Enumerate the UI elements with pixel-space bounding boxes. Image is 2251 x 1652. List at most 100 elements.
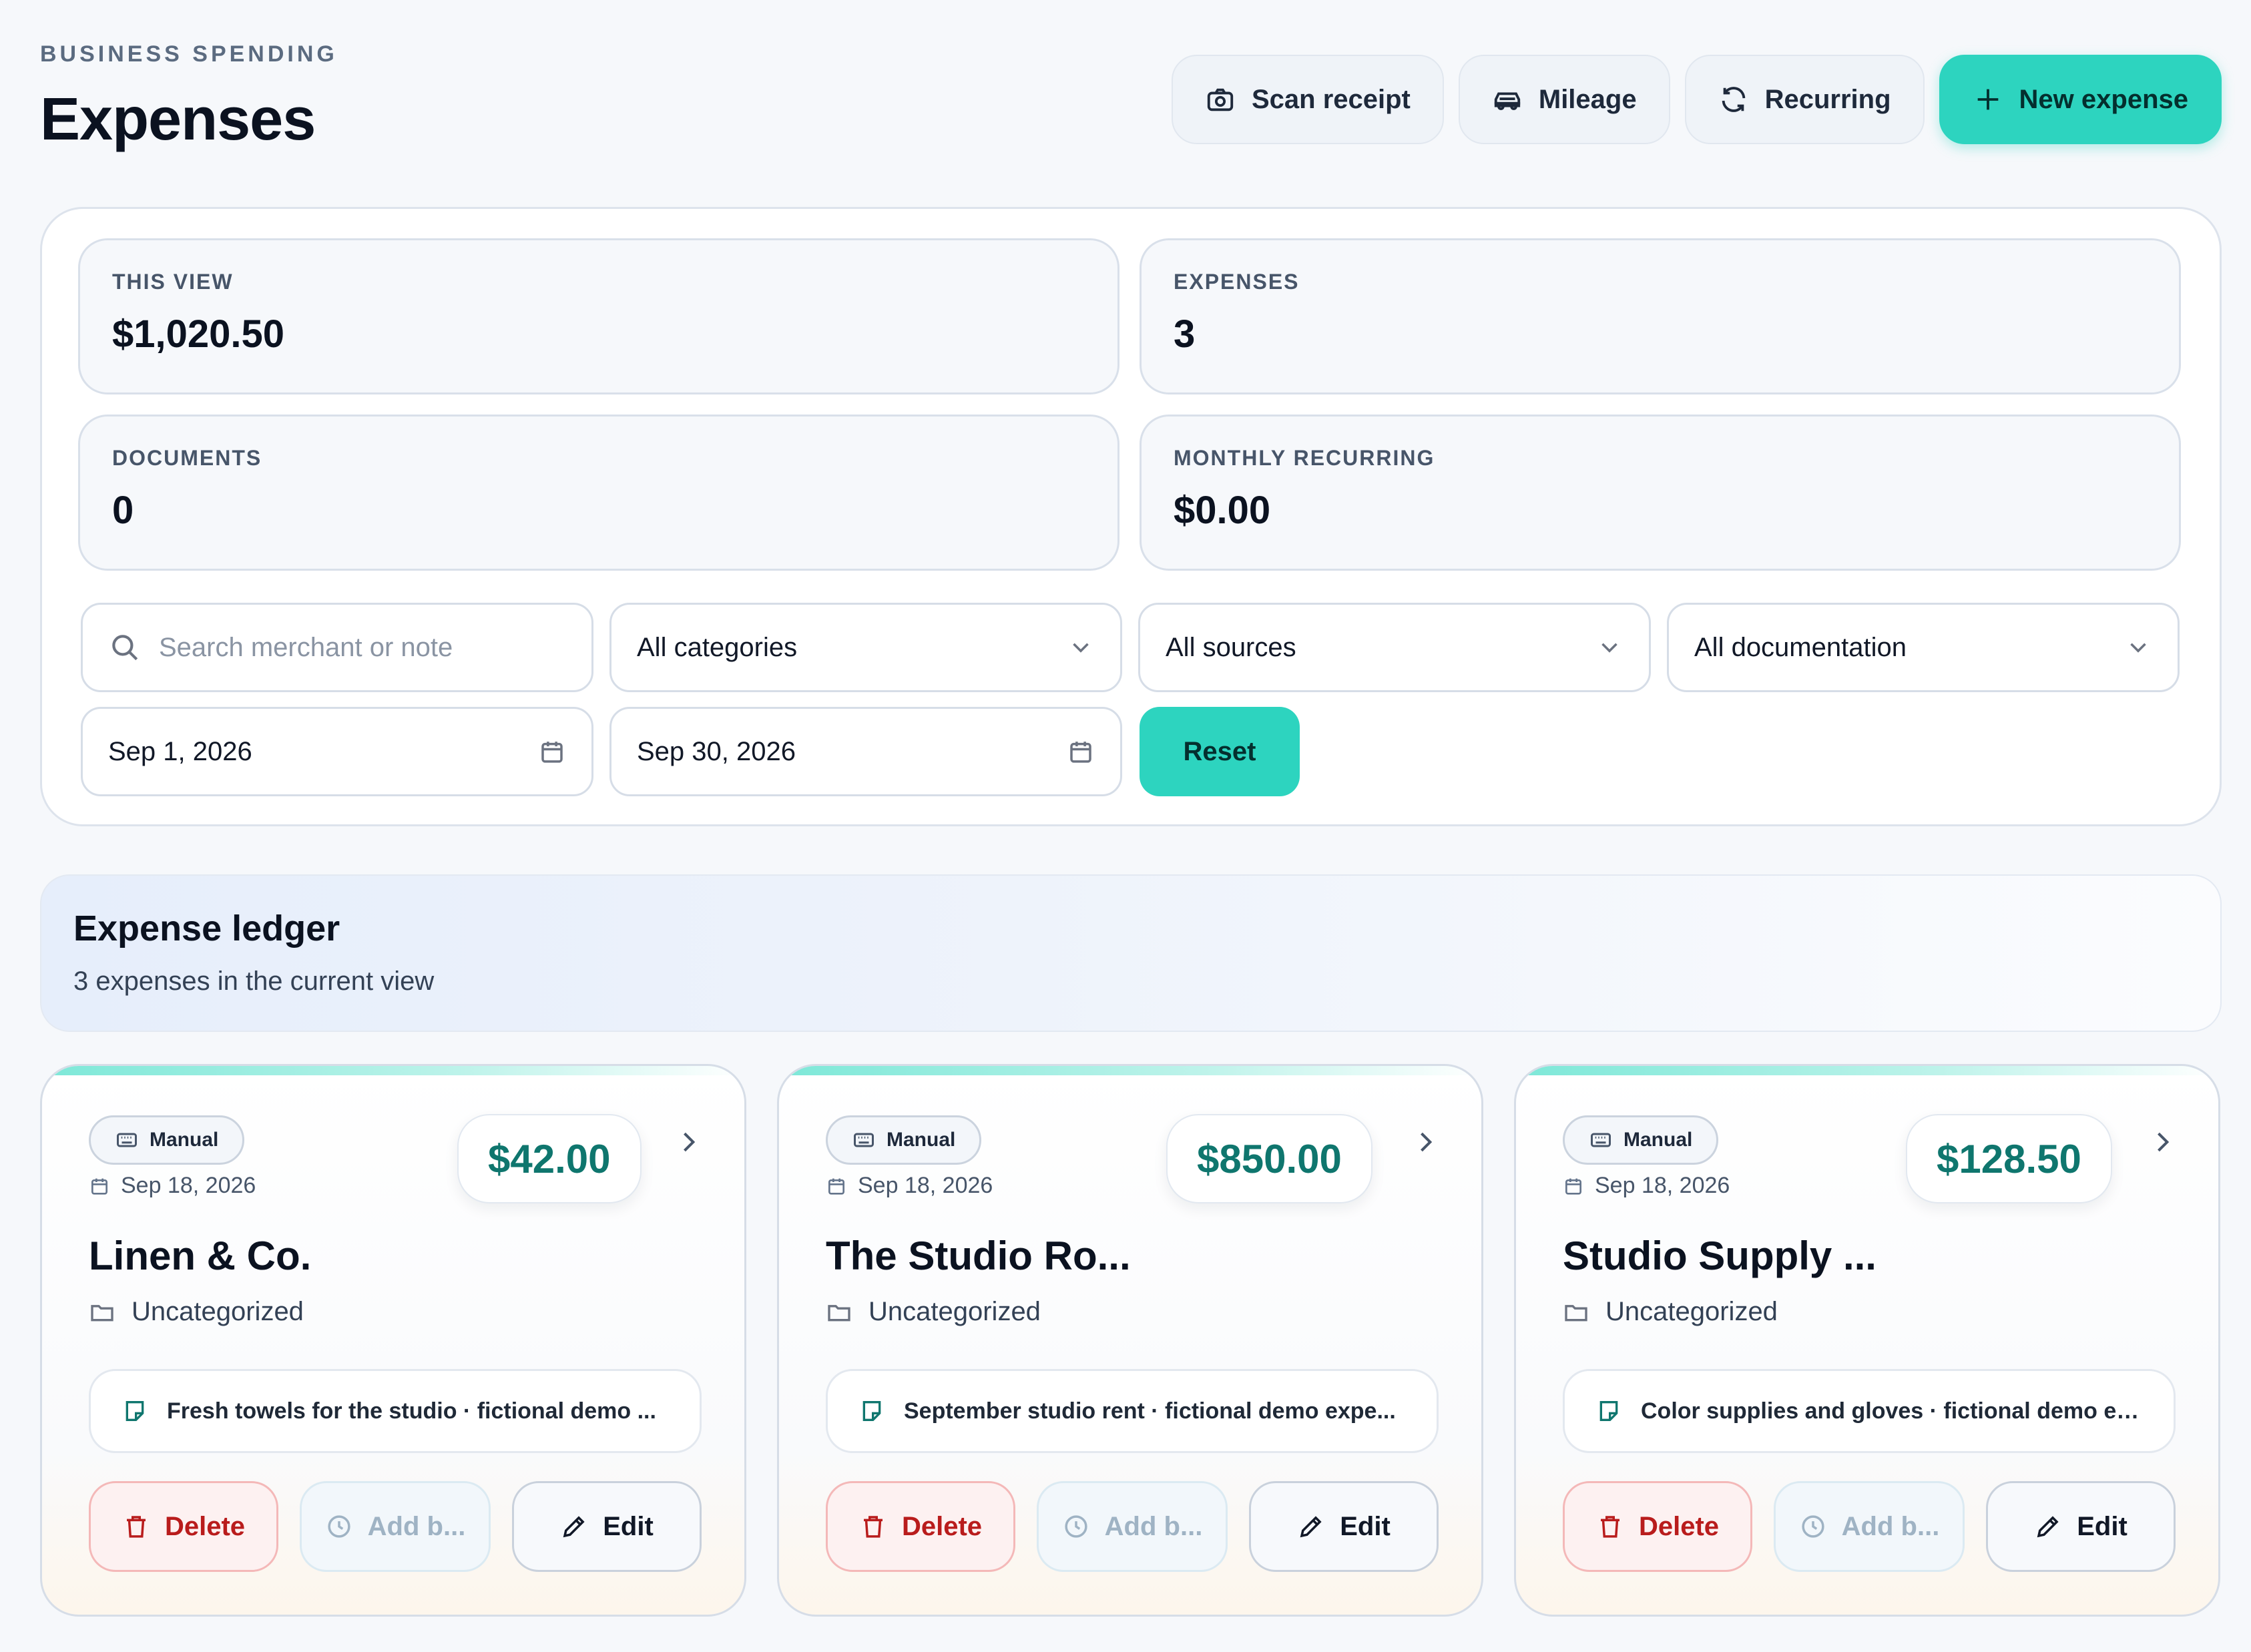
chevron-right-icon[interactable] [674,1127,703,1157]
folder-icon [1565,1304,1587,1321]
add-label: Add b... [1841,1511,1940,1541]
delete-label: Delete [164,1511,246,1541]
expense-note-text: Color supplies and gloves · fictional de… [1641,1398,2143,1424]
stat-value: $1,020.50 [112,312,285,356]
chevron-right-icon[interactable] [1411,1127,1440,1157]
camera-icon [1207,88,1234,111]
page-eyebrow: BUSINESS SPENDING [40,41,338,67]
expense-date: Sep 18, 2026 [1563,1173,1730,1199]
trash-icon [863,1516,883,1538]
expense-category: Uncategorized [826,1297,1041,1327]
expense-category-text: Uncategorized [868,1297,1041,1326]
summary-panel: THIS VIEW $1,020.50 EXPENSES 3 DOCUMENTS… [40,207,2222,826]
search-input[interactable]: Search merchant or note [81,603,593,692]
add-button[interactable]: Add b... [1774,1481,1965,1572]
expense-merchant: The Studio Ro... [826,1233,1131,1278]
stat-this-view: THIS VIEW $1,020.50 [78,238,1119,394]
calendar-icon [1070,742,1091,763]
expense-category-text: Uncategorized [132,1297,304,1326]
date-to-value: Sep 30, 2026 [637,736,796,766]
edit-label: Edit [2077,1511,2128,1541]
chevron-down-icon [1073,643,1089,653]
ledger-header: Expense ledger 3 expenses in the current… [40,874,2222,1032]
stat-value: $0.00 [1174,489,1271,532]
clock-icon [1802,1515,1824,1538]
expense-date-text: Sep 18, 2026 [858,1173,993,1198]
recurring-label: Recurring [1764,84,1891,114]
add-button[interactable]: Add b... [1037,1481,1228,1572]
stat-documents: DOCUMENTS 0 [78,415,1119,571]
date-from-field[interactable]: Sep 1, 2026 [81,707,593,796]
pencil-icon [2037,1516,2059,1538]
pencil-icon [1300,1516,1322,1538]
source-select-value: All sources [1166,632,1296,662]
edit-button[interactable]: Edit [1986,1481,2176,1572]
card-accent-bar [779,1066,1481,1075]
expense-card[interactable]: Manual Sep 18, 2026 $850.00 The Studio R… [777,1064,1483,1617]
edit-label: Edit [603,1511,654,1541]
add-button[interactable]: Add b... [300,1481,491,1572]
edit-button[interactable]: Edit [1249,1481,1439,1572]
source-select[interactable]: All sources [1138,603,1651,692]
chevron-down-icon [2130,643,2146,653]
stat-label: EXPENSES [1174,270,1300,294]
mileage-button[interactable]: Mileage [1458,55,1670,144]
ledger-title: Expense ledger [73,908,340,948]
expense-amount: $42.00 [457,1114,642,1203]
expense-note: Fresh towels for the studio · fictional … [89,1369,702,1453]
car-icon [1494,92,1521,110]
expense-merchant: Linen & Co. [89,1233,312,1278]
source-badge: Manual [1563,1115,1719,1165]
source-badge-label: Manual [150,1129,219,1151]
delete-button[interactable]: Delete [826,1481,1015,1572]
documentation-select-value: All documentation [1694,632,1907,662]
stat-label: THIS VIEW [112,270,234,294]
source-badge: Manual [89,1115,245,1165]
stat-monthly-recurring: MONTHLY RECURRING $0.00 [1140,415,2181,571]
expense-category: Uncategorized [89,1297,304,1327]
expense-card[interactable]: Manual Sep 18, 2026 $128.50 Studio Suppl… [1514,1064,2220,1617]
new-expense-button[interactable]: New expense [1939,55,2222,144]
page-title: Expenses [40,86,316,153]
delete-label: Delete [1638,1511,1720,1541]
category-select-value: All categories [637,632,798,662]
expense-note: September studio rent · fictional demo e… [826,1369,1439,1453]
header-actions: Scan receipt Mileage Recurring New expen… [1171,55,2222,144]
expense-card[interactable]: Manual Sep 18, 2026 $42.00 Linen & Co. U… [40,1064,746,1617]
delete-button[interactable]: Delete [1563,1481,1752,1572]
keyboard-icon [854,1133,874,1147]
calendar-icon [541,742,563,763]
delete-label: Delete [901,1511,983,1541]
calendar-icon [1565,1178,1581,1195]
scan-receipt-label: Scan receipt [1251,84,1411,114]
category-select[interactable]: All categories [609,603,1122,692]
stat-label: MONTHLY RECURRING [1174,446,1435,470]
expense-date: Sep 18, 2026 [826,1173,993,1199]
stat-expenses: EXPENSES 3 [1140,238,2181,394]
reset-button[interactable]: Reset [1140,707,1300,796]
mileage-label: Mileage [1538,84,1637,114]
note-icon [1599,1401,1618,1421]
delete-button[interactable]: Delete [89,1481,278,1572]
trash-icon [1600,1516,1619,1538]
keyboard-icon [117,1133,137,1147]
expense-date: Sep 18, 2026 [89,1173,256,1199]
scan-receipt-button[interactable]: Scan receipt [1171,55,1444,144]
card-actions: Delete Add b... Edit [826,1481,1439,1572]
documentation-select[interactable]: All documentation [1667,603,2180,692]
recurring-button[interactable]: Recurring [1684,55,1925,144]
source-badge: Manual [826,1115,982,1165]
card-actions: Delete Add b... Edit [1563,1481,2176,1572]
chevron-right-icon[interactable] [2148,1127,2177,1157]
card-accent-bar [1516,1066,2218,1075]
trash-icon [126,1516,146,1538]
source-badge-label: Manual [887,1129,956,1151]
expense-category: Uncategorized [1563,1297,1778,1327]
stat-label: DOCUMENTS [112,446,262,470]
expense-amount: $850.00 [1166,1114,1372,1203]
date-to-field[interactable]: Sep 30, 2026 [609,707,1122,796]
ledger-subtitle: 3 expenses in the current view [73,967,435,996]
search-icon [112,635,138,661]
plus-icon [1977,89,1998,110]
edit-button[interactable]: Edit [512,1481,702,1572]
